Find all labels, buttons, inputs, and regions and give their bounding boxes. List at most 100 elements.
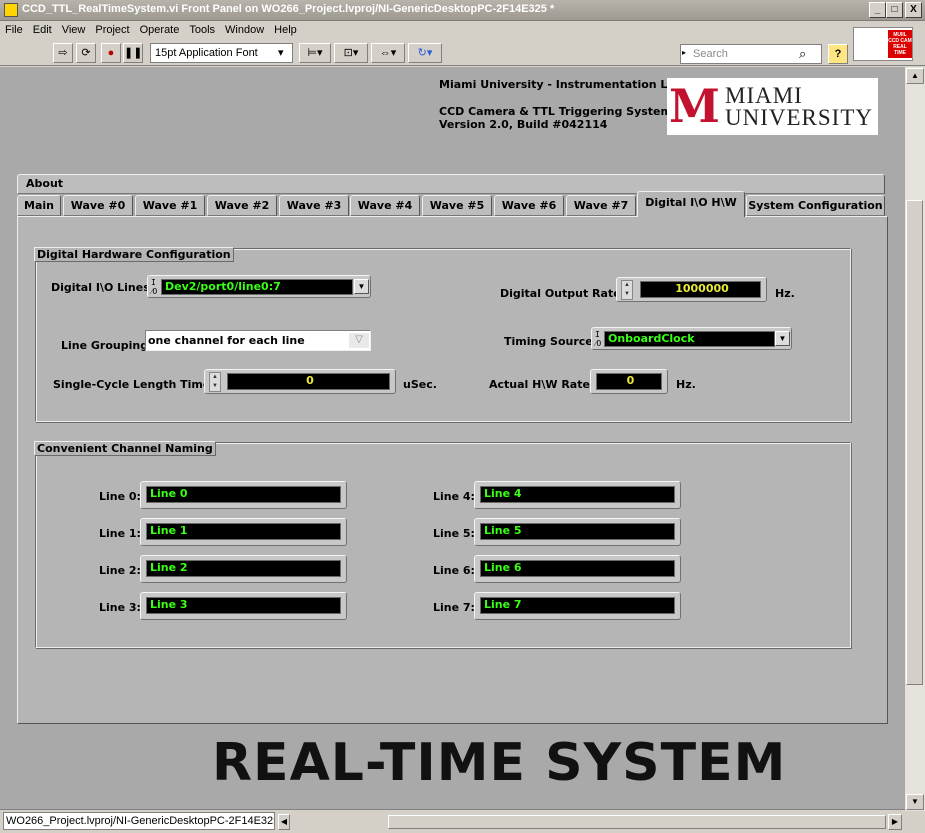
menu-file[interactable]: File [0, 21, 28, 36]
tab-wave-2[interactable]: Wave #2 [207, 195, 277, 216]
menu-view[interactable]: View [57, 21, 91, 36]
tab-wave-4[interactable]: Wave #4 [350, 195, 420, 216]
menu-project[interactable]: Project [90, 21, 134, 36]
vertical-scroll-thumb[interactable] [906, 200, 923, 685]
tab-wave-1[interactable]: Wave #1 [135, 195, 205, 216]
output-rate-value[interactable]: 1000000 [640, 281, 761, 298]
tab-wave-3[interactable]: Wave #3 [279, 195, 349, 216]
tab-digital-io-hw[interactable]: Digital I\O H\W [637, 191, 745, 217]
menu-window[interactable]: Window [220, 21, 269, 36]
line-4-control[interactable]: Line 4 [474, 481, 681, 509]
version-label: Version 2.0, Build #042114 [439, 118, 608, 131]
scroll-down-icon[interactable]: ▼ [906, 794, 924, 810]
channel-naming-title: Convenient Channel Naming [34, 441, 216, 456]
chevron-down-icon[interactable]: ▼ [354, 279, 369, 294]
help-icon[interactable]: ? [828, 44, 848, 64]
line-6-control[interactable]: Line 6 [474, 555, 681, 583]
line-0-control[interactable]: Line 0 [140, 481, 347, 509]
search-box[interactable]: ▸ Search ⌕ [680, 44, 822, 64]
minimize-button[interactable]: _ [869, 2, 886, 18]
reorder-icon[interactable]: ↻▾ [408, 43, 442, 63]
menu-bar: File Edit View Project Operate Tools Window Hel… [0, 21, 925, 40]
maximize-button[interactable]: □ [886, 2, 903, 18]
line-2-control[interactable]: Line 2 [140, 555, 347, 583]
line-grouping-select[interactable]: one channel for each line ▽ [145, 330, 371, 351]
system-label: CCD Camera & TTL Triggering System [439, 105, 672, 118]
cycle-length-label: Single-Cycle Length Time: [53, 378, 215, 391]
io-lines-label: Digital I\O Lines: [51, 281, 155, 294]
cycle-length-control[interactable]: ▲ ▼ 0 [204, 369, 396, 394]
run-continuously-icon[interactable]: ⟳ [76, 43, 96, 63]
line-1-label: Line 1: [99, 527, 141, 540]
timing-source-label: Timing Source: [504, 335, 598, 348]
line-2-name[interactable]: Line 2 [146, 560, 341, 577]
cycle-length-value[interactable]: 0 [227, 373, 390, 390]
search-icon[interactable]: ⌕ [799, 46, 806, 62]
scroll-up-icon[interactable]: ▲ [906, 68, 924, 84]
tab-system-configuration[interactable]: System Configuration [746, 195, 885, 216]
line-3-label: Line 3: [99, 601, 141, 614]
hw-config-title: Digital Hardware Configuration [34, 247, 234, 262]
project-path: WO266_Project.lvproj/NI-GenericDesktopPC… [3, 812, 275, 830]
line-6-name[interactable]: Line 6 [480, 560, 675, 577]
abort-icon[interactable]: ● [101, 43, 121, 63]
distribute-objects-icon[interactable]: ⊡▾ [334, 43, 368, 63]
pause-icon[interactable]: ❚❚ [123, 43, 143, 63]
line-1-name[interactable]: Line 1 [146, 523, 341, 540]
line-grouping-value: one channel for each line [148, 334, 305, 347]
line-7-label: Line 7: [433, 601, 475, 614]
tab-wave-5[interactable]: Wave #5 [422, 195, 492, 216]
actual-rate-unit: Hz. [676, 378, 696, 391]
logo-m-mark: M [669, 79, 720, 133]
menu-tools[interactable]: Tools [184, 21, 220, 36]
line-3-control[interactable]: Line 3 [140, 592, 347, 620]
search-input[interactable]: Search [693, 48, 728, 60]
line-7-control[interactable]: Line 7 [474, 592, 681, 620]
resize-objects-icon[interactable]: ⇔▾ [371, 43, 405, 63]
scroll-left-icon[interactable]: ◀ [278, 814, 290, 830]
line-5-control[interactable]: Line 5 [474, 518, 681, 546]
title-bar: CCD_TTL_RealTimeSystem.vi Front Panel on… [0, 0, 925, 21]
align-objects-icon[interactable]: ⊨▾ [299, 43, 331, 63]
resize-grip[interactable] [905, 811, 925, 833]
output-rate-control[interactable]: ▲ ▼ 1000000 [616, 277, 767, 302]
chevron-down-icon: ▾ [278, 47, 284, 59]
tab-main[interactable]: Main [17, 195, 61, 216]
close-button[interactable]: X [905, 2, 922, 18]
output-rate-spinner[interactable]: ▲ ▼ [621, 280, 633, 300]
search-arrow-icon: ▸ [682, 48, 687, 57]
labview-vi-icon [4, 3, 18, 17]
tab-wave-0[interactable]: Wave #0 [63, 195, 133, 216]
scroll-right-icon[interactable]: ▶ [888, 814, 902, 830]
tab-wave-7[interactable]: Wave #7 [566, 195, 636, 216]
tab-wave-6[interactable]: Wave #6 [494, 195, 564, 216]
io-lines-value[interactable]: Dev2/port0/line0:7 [161, 279, 353, 295]
horizontal-scroll-thumb[interactable] [388, 815, 886, 829]
line-7-name[interactable]: Line 7 [480, 597, 675, 614]
run-arrow-icon[interactable]: ⇨ [53, 43, 73, 63]
line-1-control[interactable]: Line 1 [140, 518, 347, 546]
line-4-name[interactable]: Line 4 [480, 486, 675, 503]
line-3-name[interactable]: Line 3 [146, 597, 341, 614]
cycle-length-spinner[interactable]: ▲ ▼ [209, 372, 221, 392]
timing-source-value[interactable]: OnboardClock [604, 331, 775, 347]
menu-operate[interactable]: Operate [135, 21, 185, 36]
actual-rate-value: 0 [596, 373, 662, 390]
line-5-name[interactable]: Line 5 [480, 523, 675, 540]
line-0-name[interactable]: Line 0 [146, 486, 341, 503]
menu-edit[interactable]: Edit [28, 21, 57, 36]
timing-source-control[interactable]: I ⁄O OnboardClock ▼ [591, 327, 792, 350]
line-4-label: Line 4: [433, 490, 475, 503]
chevron-down-icon[interactable]: ▽ [349, 333, 369, 348]
chevron-down-icon[interactable]: ▼ [775, 331, 790, 346]
status-bar: WO266_Project.lvproj/NI-GenericDesktopPC… [0, 809, 905, 833]
actual-rate-label: Actual H\W Rate: [489, 378, 595, 391]
line-6-label: Line 6: [433, 564, 475, 577]
tab-about[interactable]: About [17, 174, 885, 194]
line-5-label: Line 5: [433, 527, 475, 540]
font-selector[interactable]: 15pt Application Font ▾ [150, 43, 293, 63]
line-0-label: Line 0: [99, 490, 141, 503]
menu-help[interactable]: Help [269, 21, 302, 36]
io-lines-control[interactable]: I ⁄O Dev2/port0/line0:7 ▼ [147, 275, 371, 298]
actual-rate-indicator: 0 [590, 369, 668, 394]
